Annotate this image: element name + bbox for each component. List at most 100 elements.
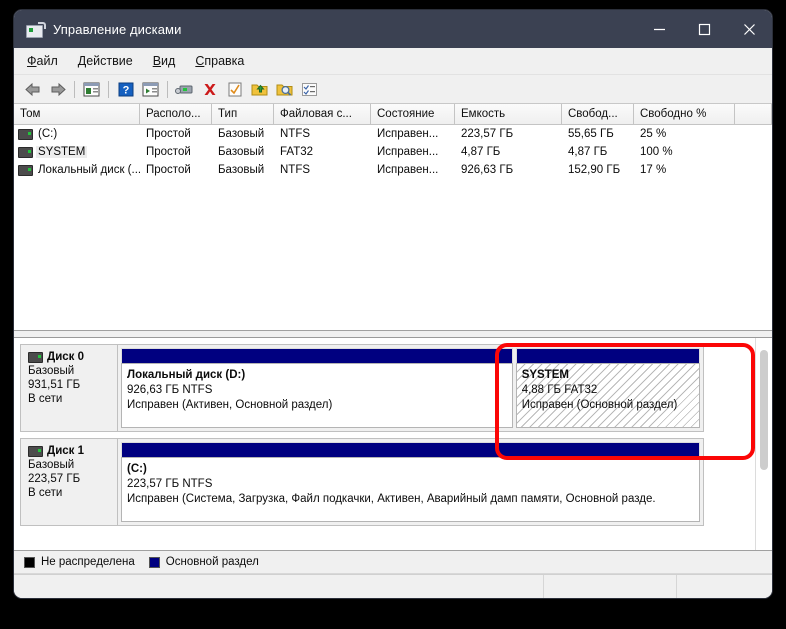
column-header-2[interactable]: Располо...: [140, 104, 212, 124]
volume-cell-layout: Простой: [146, 146, 191, 158]
column-header-5[interactable]: Состояние: [371, 104, 455, 124]
partition-block[interactable]: SYSTEM 4,88 ГБ FAT32 Исправен (Основной ра…: [515, 348, 700, 428]
disk-title-label: Диск 0: [47, 351, 85, 363]
disk-state: В сети: [28, 393, 63, 405]
volume-cell-status: Исправен...: [377, 164, 439, 176]
disk-info-panel[interactable]: Диск 1 Базовый 223,57 ГБ В сети: [20, 438, 118, 526]
volume-cell-name: Локальный диск (...: [14, 164, 140, 176]
volume-row[interactable]: (C:) Простой Базовый NTFS Исправен... 223,57 …: [14, 125, 772, 143]
volume-cell-filesystem: NTFS: [280, 128, 311, 140]
status-bar: [14, 574, 772, 598]
disk-type: Базовый: [28, 459, 75, 471]
partition-details: SYSTEM 4,88 ГБ FAT32 Исправен (Основной ра…: [515, 363, 700, 428]
column-header-6[interactable]: Емкость: [455, 104, 562, 124]
menu-item-action-rest: ействие: [86, 54, 133, 68]
volume-cell-type: Базовый: [218, 146, 265, 158]
menu-item-view-rest: ид: [161, 54, 176, 68]
show-tree-icon[interactable]: [79, 77, 104, 101]
partition-details: (C:) 223,57 ГБ NTFS Исправен (Система, Заг…: [121, 457, 700, 522]
forward-icon[interactable]: [45, 77, 70, 101]
legend-swatch: [148, 556, 160, 568]
legend-item: Не распределена: [24, 556, 135, 568]
disk-row: Диск 0 Базовый 931,51 ГБ В сети Локальный ди…: [20, 344, 704, 432]
properties-icon[interactable]: [297, 77, 322, 101]
legend: Не распределена Основной раздел: [14, 551, 772, 574]
volume-cell-free_pct: 100 %: [640, 146, 673, 158]
delete-icon[interactable]: [197, 77, 222, 101]
toolbar-separator: [74, 80, 75, 98]
legend-label: Не распределена: [41, 556, 135, 568]
volume-row[interactable]: Локальный диск (... Простой Базовый NTFS Исп…: [14, 161, 772, 179]
partition-status: Исправен (Основной раздел): [521, 399, 678, 411]
column-header-4[interactable]: Файловая с...: [274, 104, 371, 124]
volume-row[interactable]: SYSTEM Простой Базовый FAT32 Исправен... 4,87…: [14, 143, 772, 161]
volume-cell-free_pct: 17 %: [640, 164, 667, 176]
volume-cell-status: Исправен...: [377, 128, 439, 140]
volume-cell-name: SYSTEM: [14, 146, 140, 158]
column-header-8[interactable]: Свободно %: [634, 104, 735, 124]
toolbar-separator: [167, 80, 168, 98]
open-folder-icon[interactable]: [247, 77, 272, 101]
volume-cell-filesystem: NTFS: [280, 164, 311, 176]
disk-row: Диск 1 Базовый 223,57 ГБ В сети (C:) 223,57 Г…: [20, 438, 704, 526]
maximize-icon[interactable]: [682, 10, 727, 48]
partitions-strip: Локальный диск (D:) 926,63 ГБ NTFS Исправе…: [118, 344, 704, 432]
column-header-9[interactable]: [735, 104, 772, 124]
volume-cell-filesystem: FAT32: [280, 146, 314, 158]
partition-size-fs: 926,63 ГБ NTFS: [127, 384, 213, 396]
disk-pane-scrollbar[interactable]: [755, 338, 772, 550]
partition-details: Локальный диск (D:) 926,63 ГБ NTFS Исправе…: [121, 363, 513, 428]
volume-list-header: Том Располо... Тип Файловая с... Состояние Ем…: [14, 104, 772, 125]
drive-icon: [18, 128, 33, 140]
partition-color-bar: [121, 442, 700, 457]
legend-swatch: [24, 556, 35, 568]
volume-cell-capacity: 4,87 ГБ: [461, 146, 501, 158]
disk-title-label: Диск 1: [47, 445, 85, 457]
column-header-7[interactable]: Свобод...: [562, 104, 634, 124]
disk-size: 223,57 ГБ: [28, 473, 81, 485]
disk-management-window: Управление дисками Файл Действие Вид Спр…: [14, 10, 772, 598]
partition-label: Локальный диск (D:): [127, 369, 246, 381]
volume-name-label: Локальный диск (...: [38, 164, 140, 176]
column-header-1[interactable]: Том: [14, 104, 140, 124]
legend-item: Основной раздел: [148, 556, 259, 568]
search-folder-icon[interactable]: [272, 77, 297, 101]
disk-drive-icon: [26, 22, 46, 38]
partition-block[interactable]: (C:) 223,57 ГБ NTFS Исправен (Система, Заг…: [121, 442, 700, 522]
drive-icon: [28, 445, 43, 457]
partition-label: SYSTEM: [521, 369, 569, 381]
disk-info-panel[interactable]: Диск 0 Базовый 931,51 ГБ В сети: [20, 344, 118, 432]
menu-item-view[interactable]: Вид: [153, 54, 176, 68]
disk-title: Диск 0: [28, 351, 117, 363]
volume-cell-free_pct: 25 %: [640, 128, 667, 140]
pane-splitter[interactable]: [14, 331, 772, 338]
toolbar: ?: [14, 75, 772, 104]
close-icon[interactable]: [727, 10, 772, 48]
volume-cell-capacity: 223,57 ГБ: [461, 128, 514, 140]
help-icon[interactable]: ?: [113, 77, 138, 101]
disk-title: Диск 1: [28, 445, 117, 457]
back-icon[interactable]: [20, 77, 45, 101]
rescan-disks-icon[interactable]: [172, 77, 197, 101]
scrollbar-thumb[interactable]: [760, 350, 768, 470]
disk-state: В сети: [28, 487, 63, 499]
disk-type: Базовый: [28, 365, 75, 377]
menu-item-file[interactable]: Файл: [27, 54, 58, 68]
volume-cell-capacity: 926,63 ГБ: [461, 164, 514, 176]
volume-cell-free: 55,65 ГБ: [568, 128, 614, 140]
partition-size-fs: 223,57 ГБ NTFS: [127, 478, 213, 490]
minimize-icon[interactable]: [637, 10, 682, 48]
volume-cell-layout: Простой: [146, 128, 191, 140]
menu-item-action[interactable]: Действие: [78, 54, 133, 68]
volume-cell-type: Базовый: [218, 164, 265, 176]
column-header-3[interactable]: Тип: [212, 104, 274, 124]
volume-list: Том Располо... Тип Файловая с... Состояние Ем…: [14, 104, 772, 331]
menu-item-help[interactable]: Справка: [195, 54, 244, 68]
status-cell-1: [14, 575, 544, 598]
partition-block[interactable]: Локальный диск (D:) 926,63 ГБ NTFS Исправе…: [121, 348, 513, 428]
partitions-strip: (C:) 223,57 ГБ NTFS Исправен (Система, Заг…: [118, 438, 704, 526]
check-icon[interactable]: [222, 77, 247, 101]
volume-name-label: SYSTEM: [36, 146, 88, 158]
toolbar-separator: [108, 80, 109, 98]
show-action-pane-icon[interactable]: [138, 77, 163, 101]
